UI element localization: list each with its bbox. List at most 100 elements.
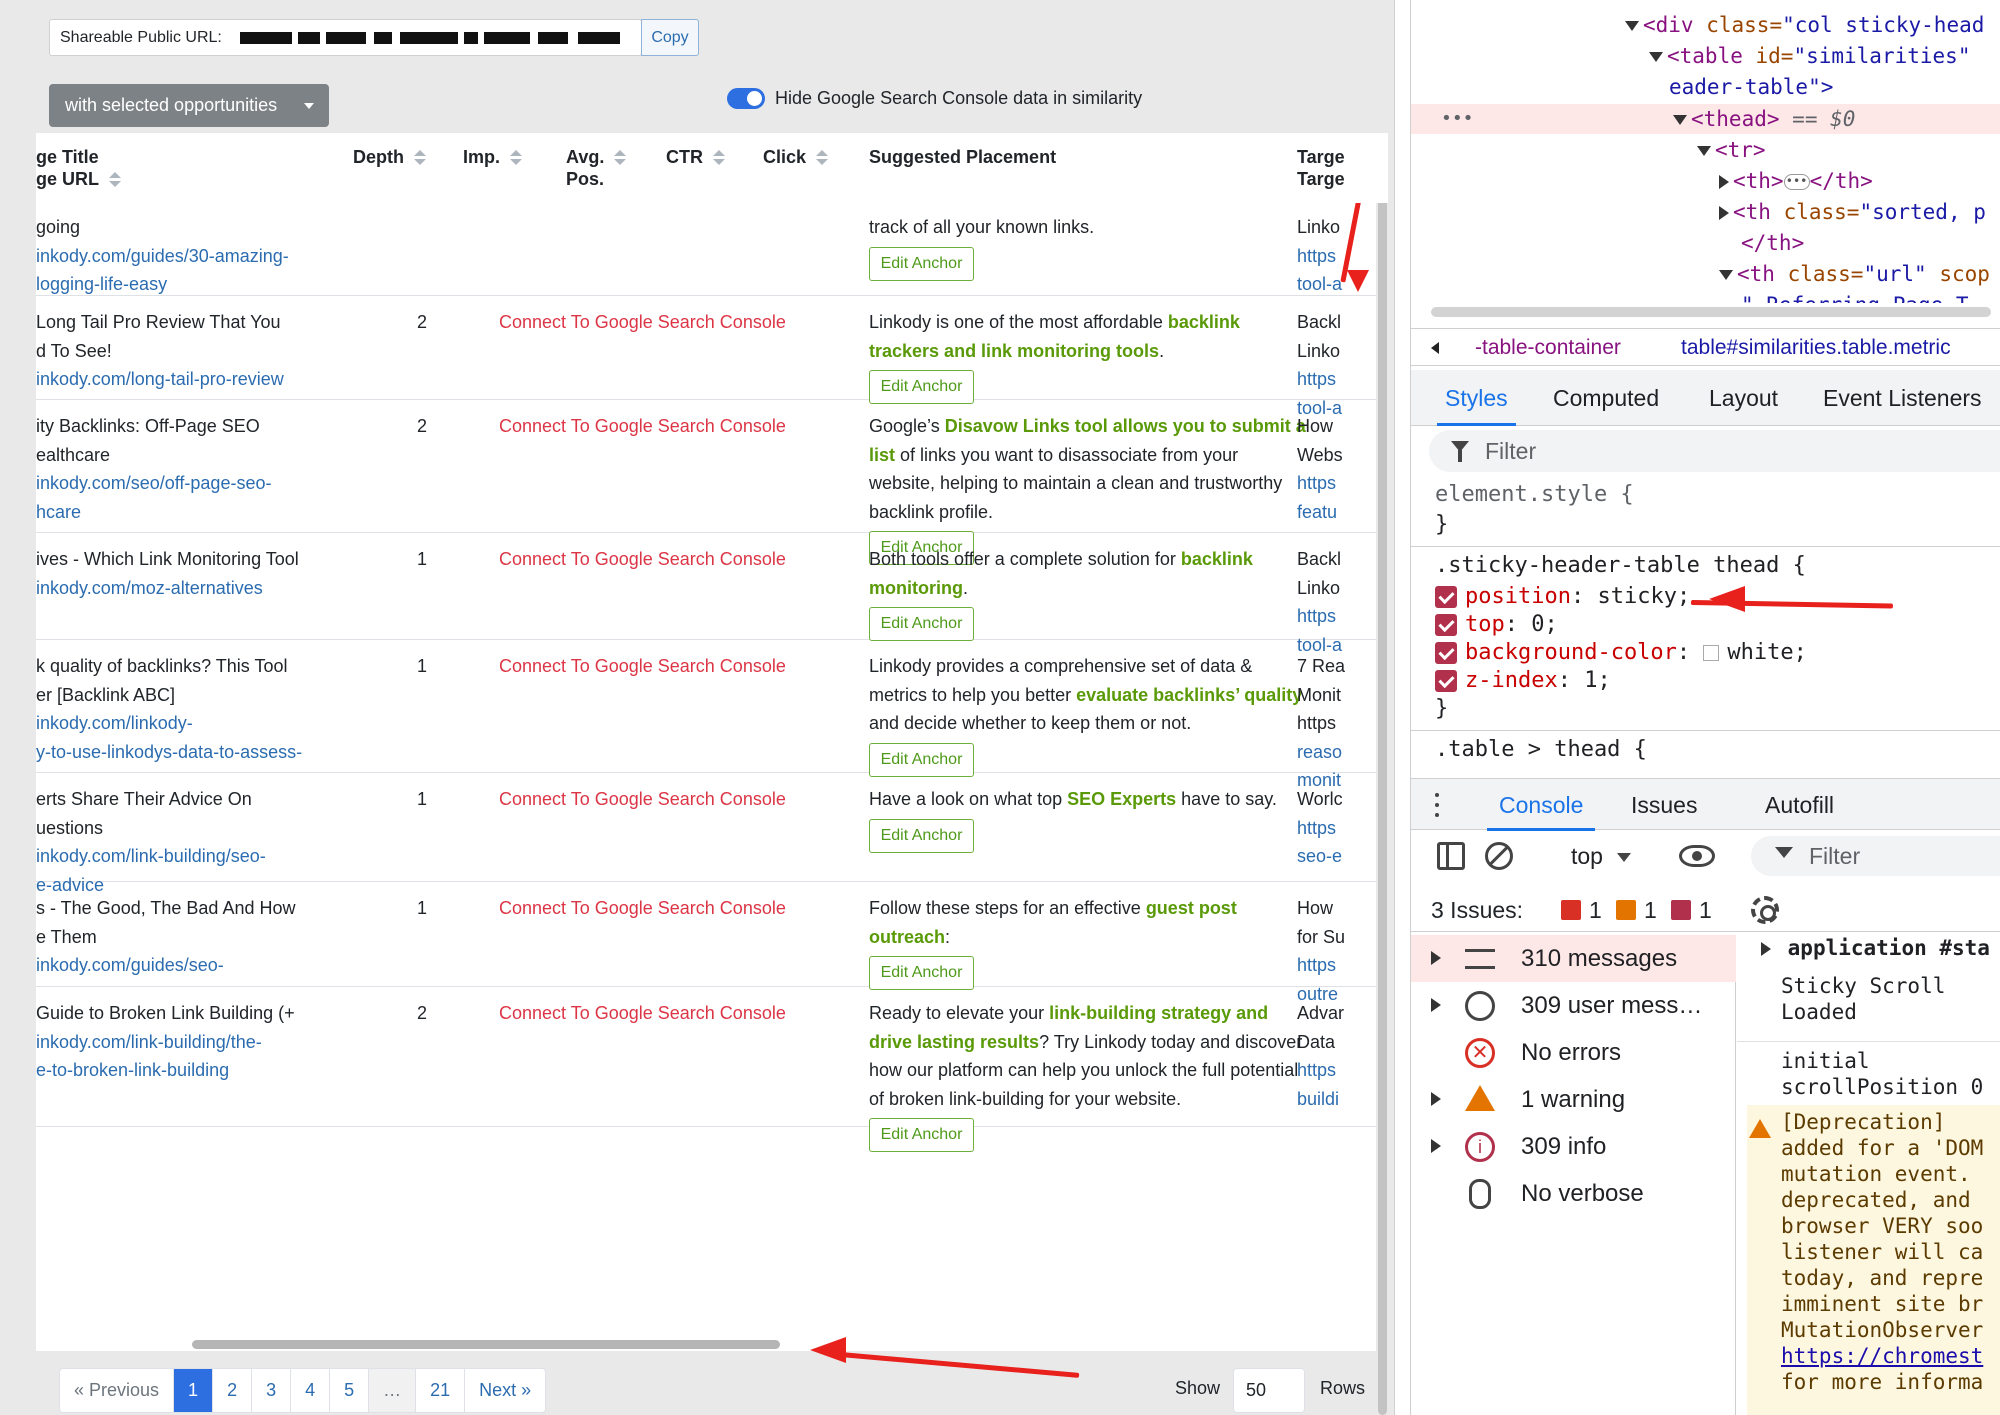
sidebar-item-verbose[interactable]: No verbose bbox=[1411, 1170, 1736, 1217]
edit-anchor-button[interactable]: Edit Anchor bbox=[869, 742, 974, 777]
page-url-link[interactable]: inkody.com/link-building/seo- bbox=[36, 842, 336, 871]
tab-autofill[interactable]: Autofill bbox=[1765, 779, 1834, 831]
dom-node-tr[interactable]: <tr> bbox=[1697, 135, 1766, 165]
sidebar-toggle-icon[interactable] bbox=[1437, 842, 1465, 870]
issues-errors[interactable]: 1 bbox=[1561, 888, 1602, 932]
pagination-page[interactable]: 4 bbox=[291, 1369, 331, 1412]
copy-button[interactable]: Copy bbox=[641, 19, 699, 56]
column-header-imp[interactable]: Imp. bbox=[463, 143, 523, 171]
target-line[interactable]: https bbox=[1297, 1056, 1357, 1085]
rows-per-page-input[interactable]: 50 bbox=[1233, 1368, 1305, 1413]
tab-console[interactable]: Console bbox=[1486, 779, 1596, 831]
connect-gsc-link[interactable]: Connect To Google Search Console bbox=[499, 999, 786, 1028]
clear-console-icon[interactable] bbox=[1485, 842, 1513, 870]
connect-gsc-link[interactable]: Connect To Google Search Console bbox=[499, 412, 786, 441]
target-line[interactable]: featu bbox=[1297, 498, 1357, 527]
page-url-link[interactable]: inkody.com/guides/seo- bbox=[36, 951, 336, 980]
tab-computed[interactable]: Computed bbox=[1553, 370, 1659, 426]
edit-anchor-button[interactable]: Edit Anchor bbox=[869, 818, 974, 853]
pagination-page[interactable]: 1 bbox=[174, 1369, 214, 1412]
issues-info[interactable]: 1 bbox=[1671, 888, 1712, 932]
dom-node-th-sorted[interactable]: <th class="sorted, p bbox=[1719, 197, 1986, 227]
table-horizontal-scroll-thumb[interactable] bbox=[192, 1340, 780, 1349]
edit-anchor-button[interactable]: Edit Anchor bbox=[869, 1118, 974, 1152]
target-line[interactable]: https bbox=[1297, 365, 1357, 394]
edit-anchor-button[interactable]: Edit Anchor bbox=[869, 956, 974, 990]
tab-styles[interactable]: Styles bbox=[1437, 370, 1516, 426]
css-property-z-index[interactable]: z-index: 1; bbox=[1435, 667, 1611, 695]
styles-filter-input[interactable]: Filter bbox=[1429, 430, 2000, 472]
page-url-link[interactable]: hcare bbox=[36, 498, 336, 527]
target-line[interactable]: seo-e bbox=[1297, 842, 1357, 871]
tab-event-listeners[interactable]: Event Listeners bbox=[1823, 370, 1982, 426]
column-header-target-url[interactable]: Targe bbox=[1297, 165, 1345, 193]
tab-layout[interactable]: Layout bbox=[1709, 370, 1778, 426]
connect-gsc-link[interactable]: Connect To Google Search Console bbox=[499, 785, 786, 814]
tab-issues[interactable]: Issues bbox=[1631, 779, 1697, 831]
css-property-background-color[interactable]: background-color: white; bbox=[1435, 639, 1807, 667]
gear-icon[interactable] bbox=[1751, 896, 1779, 924]
page-url-link[interactable]: inkody.com/moz-alternatives bbox=[36, 574, 336, 603]
page-url-link[interactable]: inkody.com/linkody- bbox=[36, 709, 336, 738]
log-entry-application[interactable]: application #sta bbox=[1737, 935, 2000, 961]
page-url-link[interactable]: inkody.com/link-building/the- bbox=[36, 1028, 336, 1057]
target-line[interactable]: reaso bbox=[1297, 738, 1357, 767]
dom-node-th-url[interactable]: <th class="url" scop bbox=[1719, 259, 1990, 289]
dom-node-table[interactable]: <table id="similarities" bbox=[1649, 41, 1970, 71]
pagination-page[interactable]: 21 bbox=[416, 1369, 466, 1412]
pagination-next[interactable]: Next » bbox=[465, 1369, 545, 1412]
hide-gsc-toggle[interactable] bbox=[727, 88, 765, 109]
pagination-page[interactable]: 2 bbox=[213, 1369, 253, 1412]
page-url-link[interactable]: inkody.com/seo/off-page-seo- bbox=[36, 469, 336, 498]
sidebar-item-user-messages[interactable]: 309 user mess… bbox=[1411, 982, 1736, 1029]
bulk-actions-dropdown[interactable]: with selected opportunities bbox=[49, 84, 329, 127]
sidebar-item-messages[interactable]: 310 messages bbox=[1411, 935, 1736, 982]
dom-node-thead[interactable]: <thead> == $0 bbox=[1673, 104, 1855, 134]
dom-node-th[interactable]: <th> ••• </th> bbox=[1719, 166, 1873, 196]
column-header-depth[interactable]: Depth bbox=[353, 143, 426, 171]
page-url-link[interactable]: logging-life-easy bbox=[36, 270, 336, 299]
breadcrumb-item[interactable]: table#similarities.table.metric bbox=[1681, 329, 1951, 367]
edit-anchor-button[interactable]: Edit Anchor bbox=[869, 370, 974, 404]
target-line[interactable]: https bbox=[1297, 951, 1357, 980]
eye-icon[interactable] bbox=[1679, 845, 1715, 867]
column-header-click[interactable]: Click bbox=[763, 143, 829, 171]
console-filter-input[interactable]: Filter bbox=[1751, 836, 2000, 876]
page-url-link[interactable]: inkody.com/guides/30-amazing- bbox=[36, 242, 336, 271]
deprecation-link[interactable]: https://chromest bbox=[1781, 1343, 2000, 1369]
more-options-icon[interactable]: ••• bbox=[1441, 110, 1474, 128]
css-property-position[interactable]: position: sticky; bbox=[1435, 583, 1690, 611]
log-entry-deprecation-warning[interactable]: [Deprecation] added for a 'DOM mutation ev… bbox=[1747, 1105, 2000, 1415]
edit-anchor-button[interactable]: Edit Anchor bbox=[869, 607, 974, 641]
connect-gsc-link[interactable]: Connect To Google Search Console bbox=[499, 545, 786, 574]
page-url-link[interactable]: y-to-use-linkodys-data-to-assess- bbox=[36, 738, 336, 767]
target-line[interactable]: https bbox=[1297, 602, 1357, 631]
column-header-ctr[interactable]: CTR bbox=[666, 143, 725, 171]
issues-warnings[interactable]: 1 bbox=[1616, 888, 1657, 932]
target-line[interactable]: https bbox=[1297, 469, 1357, 498]
context-selector[interactable]: top bbox=[1571, 834, 1631, 878]
kebab-menu-icon[interactable] bbox=[1435, 793, 1439, 817]
target-line[interactable]: buildi bbox=[1297, 1085, 1357, 1114]
connect-gsc-link[interactable]: Connect To Google Search Console bbox=[499, 308, 786, 337]
pagination-page[interactable]: 5 bbox=[330, 1369, 370, 1412]
page-url-link[interactable]: e-to-broken-link-building bbox=[36, 1056, 336, 1085]
page-vertical-scroll-thumb[interactable] bbox=[1378, 150, 1387, 1415]
panel-divider[interactable] bbox=[1394, 0, 1403, 1415]
pagination-previous[interactable]: « Previous bbox=[60, 1369, 175, 1412]
sidebar-item-info[interactable]: i 309 info bbox=[1411, 1123, 1736, 1170]
connect-gsc-link[interactable]: Connect To Google Search Console bbox=[499, 652, 786, 681]
breadcrumb-back-icon[interactable] bbox=[1425, 329, 1447, 365]
column-header-page-url[interactable]: ge URL bbox=[36, 165, 121, 193]
share-url-field[interactable] bbox=[232, 23, 637, 53]
edit-anchor-button[interactable]: Edit Anchor bbox=[869, 246, 974, 281]
page-url-link[interactable]: inkody.com/long-tail-pro-review bbox=[36, 365, 336, 394]
target-line[interactable]: https bbox=[1297, 814, 1357, 843]
page-vertical-scrollbar[interactable] bbox=[1376, 150, 1390, 1415]
dom-node-div[interactable]: <div class="col sticky-head bbox=[1625, 10, 1984, 40]
sidebar-item-warnings[interactable]: 1 warning bbox=[1411, 1076, 1736, 1123]
pagination-page[interactable]: 3 bbox=[252, 1369, 292, 1412]
connect-gsc-link[interactable]: Connect To Google Search Console bbox=[499, 894, 786, 923]
css-property-top[interactable]: top: 0; bbox=[1435, 611, 1558, 639]
breadcrumb-item[interactable]: -table-container bbox=[1475, 329, 1621, 367]
